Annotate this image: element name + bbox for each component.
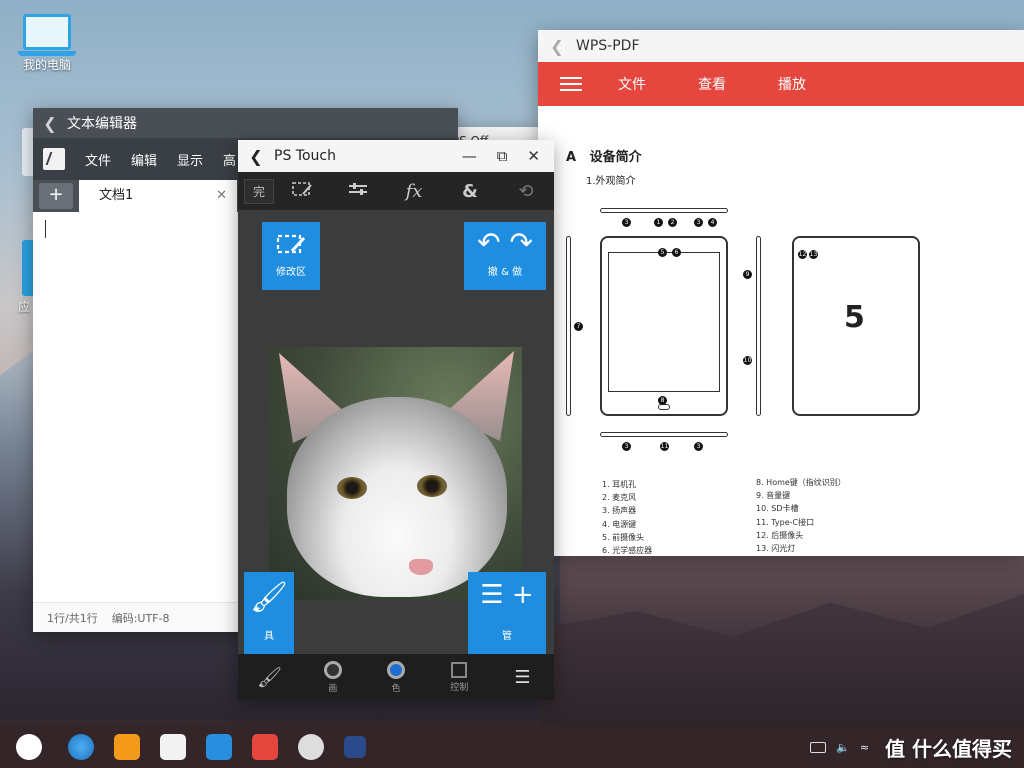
ps-touch-window[interactable]: ❮ PS Touch — ⧉ ✕ 完 fx & ⟲ 修改区 ↶ ↷ 撤 & 做	[238, 140, 554, 700]
wifi-icon[interactable]: ≈	[860, 741, 869, 754]
selection-edit-icon[interactable]	[274, 180, 330, 202]
back-icon[interactable]: ❮	[33, 114, 67, 133]
computer-icon	[18, 14, 76, 56]
effects-icon[interactable]: fx	[386, 181, 442, 202]
tools-button[interactable]: 🖌 具	[244, 572, 294, 654]
undo-redo-icon: ↶ ↷	[477, 226, 533, 259]
keyboard-icon[interactable]	[810, 741, 827, 753]
pdf-legend-left: 1. 耳机孔 2. 麦克风 3. 扬声器 4. 电源键 5. 前摄像头 6. 光…	[602, 480, 653, 556]
menu-file[interactable]: 文件	[85, 150, 111, 169]
pdf-title: WPS-PDF	[576, 38, 640, 54]
back-icon[interactable]: ❮	[538, 37, 576, 56]
device-bottom-edge	[600, 432, 728, 437]
status-encoding: 编码:UTF-8	[111, 611, 170, 625]
pdf-toolbar: 文件 查看 播放	[538, 62, 1024, 106]
minimize-icon[interactable]: —	[462, 147, 477, 165]
tools-label: 具	[264, 631, 274, 642]
start-menu-icon[interactable]	[16, 734, 42, 760]
pdf-menu-play[interactable]: 播放	[778, 74, 806, 94]
add-tab-button[interactable]: +	[39, 183, 73, 209]
ps-title: PS Touch	[274, 148, 336, 164]
pdf-menu-file[interactable]: 文件	[618, 74, 646, 94]
ps-bottom-bar: 🖌 画 色 控制 ☰	[238, 654, 554, 700]
control-tool[interactable]: 控制	[428, 661, 491, 693]
editor-title: 文本编辑器	[67, 116, 137, 132]
undo-redo-button[interactable]: ↶ ↷ 撤 & 做	[464, 222, 546, 290]
ps-toolbar: 完 fx & ⟲	[238, 172, 554, 210]
maximize-icon[interactable]: ⧉	[497, 147, 508, 165]
brush-size-tool[interactable]: 画	[301, 660, 364, 694]
device-logo: 5	[844, 300, 865, 335]
layers-label: 管	[502, 631, 512, 642]
wps-taskbar-icon[interactable]	[252, 734, 278, 760]
device-back-view: 5	[792, 236, 920, 416]
pdf-subheading: 1.外观简介	[586, 176, 636, 187]
ps-titlebar: ❮ PS Touch — ⧉ ✕	[238, 140, 554, 172]
pdf-titlebar: ❮ WPS-PDF	[538, 30, 1024, 62]
undo-redo-label: 撤 & 做	[487, 267, 523, 278]
menu-view[interactable]: 显示	[177, 150, 203, 169]
menu-edit[interactable]: 编辑	[131, 150, 157, 169]
tab-label: 文档1	[99, 188, 134, 203]
layers-icon[interactable]: ☰	[491, 667, 554, 688]
editor-titlebar: ❮ 文本编辑器	[33, 108, 458, 138]
partial-desktop-label: 应	[18, 300, 31, 314]
system-tray: 🔈 ≈ 值 什么值得买	[810, 733, 1024, 762]
cat-photo	[269, 347, 522, 600]
wallpaper-mountain-right	[540, 594, 1024, 730]
close-icon[interactable]: ✕	[527, 147, 540, 165]
file-manager-icon[interactable]	[114, 734, 140, 760]
adjustments-icon[interactable]	[330, 181, 386, 201]
taskbar: 🔈 ≈ 值 什么值得买	[0, 726, 1024, 768]
ps-canvas[interactable]: 修改区 ↶ ↷ 撤 & 做 🖌 具 ☰ + 管	[238, 210, 554, 654]
device-right-edge	[756, 236, 761, 416]
undo-icon[interactable]: ⟲	[498, 181, 554, 202]
brush-tool-icon[interactable]: 🖌	[238, 665, 301, 689]
text-editor-taskbar-icon[interactable]	[160, 734, 186, 760]
browser-icon[interactable]	[68, 734, 94, 760]
my-computer-label: 我的电脑	[22, 58, 71, 72]
device-left-edge	[566, 236, 571, 416]
pdf-page[interactable]: A 设备简介 1.外观简介 5 3 1 2 3 4 5 6 7 8 9 10 3…	[538, 106, 1024, 556]
modify-area-label: 修改区	[276, 267, 306, 278]
pdf-section-heading: A 设备简介	[566, 150, 642, 165]
status-position: 1行/共1行	[47, 611, 98, 625]
watermark-logo: 值 什么值得买	[885, 736, 1012, 761]
pdf-menu-view[interactable]: 查看	[698, 74, 726, 94]
done-button[interactable]: 完	[244, 178, 275, 204]
add-layer-icon: ☰ +	[480, 580, 534, 610]
menu-advanced[interactable]: 高	[223, 150, 236, 169]
hamburger-menu-icon[interactable]	[560, 73, 582, 95]
layers-manage-button[interactable]: ☰ + 管	[468, 572, 546, 654]
marquee-edit-icon	[276, 234, 306, 254]
mail-icon[interactable]	[206, 734, 232, 760]
my-computer-shortcut[interactable]: 我的电脑	[14, 14, 80, 73]
text-caret	[45, 220, 46, 238]
blend-icon[interactable]: &	[442, 181, 498, 202]
wps-pdf-window[interactable]: ❮ WPS-PDF 文件 查看 播放 A 设备简介 1.外观简介 5 3 1 2…	[538, 30, 1024, 556]
ps-touch-taskbar-icon[interactable]	[344, 736, 366, 758]
device-front-view	[600, 236, 728, 416]
device-top-edge	[600, 208, 728, 213]
brush-icon: 🖌	[249, 580, 289, 615]
color-tool[interactable]: 色	[364, 660, 427, 694]
settings-icon[interactable]	[298, 734, 324, 760]
volume-icon[interactable]: 🔈	[836, 741, 850, 754]
tab-document-1[interactable]: 文档1 ✕	[79, 180, 237, 212]
modify-area-button[interactable]: 修改区	[262, 222, 320, 290]
back-icon[interactable]: ❮	[238, 147, 274, 166]
editor-app-icon	[43, 148, 65, 170]
pdf-legend-right: 8. Home键（指纹识别） 9. 音量键 10. SD卡槽 11. Type-…	[756, 478, 846, 554]
close-tab-icon[interactable]: ✕	[216, 180, 227, 212]
